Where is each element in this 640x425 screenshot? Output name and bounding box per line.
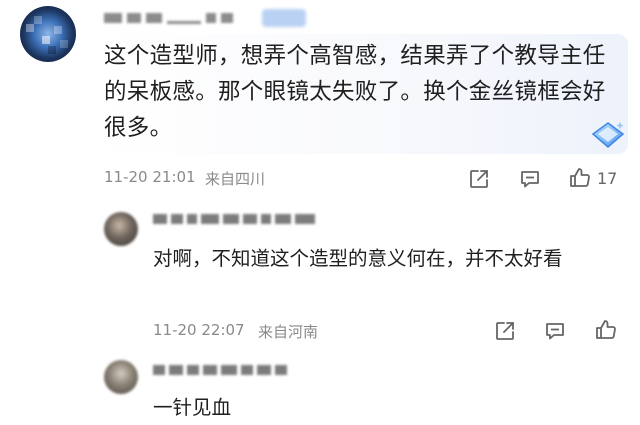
user-badge-blurred <box>262 9 306 27</box>
comment-icon[interactable] <box>518 167 542 191</box>
diamond-gem-icon <box>591 122 625 148</box>
reply-username-blurred[interactable] <box>153 361 287 379</box>
reply-text: 一针见血 <box>153 396 232 419</box>
thumbs-up-icon[interactable] <box>568 166 592 190</box>
reply-location: 来自河南 <box>258 323 319 341</box>
reply-timestamp: 11-20 22:07 <box>153 321 245 339</box>
comment-text: 这个造型师，想弄个高智感，结果弄了个教导主任的呆板感。那个眼镜太失败了。换个金丝… <box>104 43 606 141</box>
comment-location: 来自四川 <box>205 170 266 188</box>
reply-avatar[interactable] <box>104 212 138 246</box>
reply-avatar[interactable] <box>104 360 138 394</box>
reply-username-blurred[interactable] <box>153 210 315 228</box>
share-icon[interactable] <box>493 319 517 343</box>
username-blurred[interactable] <box>104 8 254 28</box>
reply-text: 对啊，不知道这个造型的意义何在，并不太好看 <box>153 247 563 270</box>
share-icon[interactable] <box>467 167 491 191</box>
comment-icon[interactable] <box>543 319 567 343</box>
like-count: 17 <box>597 169 618 188</box>
user-avatar[interactable] <box>20 6 76 62</box>
thumbs-up-icon[interactable] <box>594 318 618 342</box>
comment-timestamp: 11-20 21:01 <box>104 168 196 186</box>
